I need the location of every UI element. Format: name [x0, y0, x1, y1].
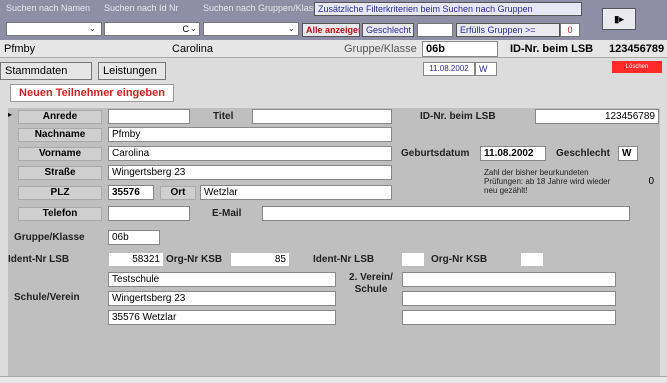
- nachname-field[interactable]: Pfmby: [108, 127, 392, 142]
- header-first-name: Carolina: [172, 43, 213, 55]
- org-ksb2-field[interactable]: [520, 252, 544, 267]
- org-ksb2-label: Org-Nr KSB: [431, 254, 488, 265]
- search-toolbar: Suchen nach Namen Suchen nach Id Nr Such…: [0, 0, 667, 40]
- strasse-label: Straße: [18, 166, 102, 180]
- gruppe-field[interactable]: 06b: [108, 230, 160, 245]
- horizontal-scrollbar[interactable]: [0, 376, 667, 383]
- header-id-value: 123456789: [609, 43, 665, 55]
- telefon-label: Telefon: [18, 207, 102, 221]
- verein2-label: 2. Verein/ Schule: [349, 272, 393, 295]
- schule-line3-field[interactable]: 35576 Wetzlar: [108, 310, 336, 325]
- id-lsb-field[interactable]: 123456789: [535, 109, 659, 124]
- plz-label: PLZ: [18, 186, 102, 200]
- gender-filter-label: Geschlecht: [362, 23, 414, 37]
- header-gender: W: [475, 62, 497, 76]
- ort-label: Ort: [160, 186, 196, 200]
- org-ksb-field[interactable]: 85: [230, 252, 290, 267]
- titel-field[interactable]: [252, 109, 392, 124]
- schule-line1-field[interactable]: Testschule: [108, 272, 336, 287]
- titel-label: Titel: [213, 111, 234, 122]
- nachname-label: Nachname: [18, 128, 102, 142]
- ident-lsb2-label: Ident-Nr LSB: [313, 254, 375, 265]
- header-birthdate: 11.08.2002: [423, 62, 475, 76]
- telefon-field[interactable]: [108, 206, 190, 221]
- chevron-down-icon[interactable]: ⌄: [190, 24, 197, 33]
- strasse-field[interactable]: Wingertsberg 23: [108, 165, 392, 180]
- geburtsdatum-label: Geburtsdatum: [401, 148, 470, 159]
- fulfilled-groups-label: Erfülls Gruppen >=: [456, 23, 560, 37]
- schule-line2-field[interactable]: Wingertsberg 23: [108, 291, 336, 306]
- pruefungen-note: Zahl der bisher beurkundeten Prüfungen: …: [484, 168, 611, 195]
- fulfilled-groups-input[interactable]: 0: [560, 23, 580, 37]
- tab-stammdaten[interactable]: Stammdaten: [0, 62, 92, 80]
- header-last-name: Pfmby: [4, 43, 36, 55]
- header-group-label: Gruppe/Klasse: [344, 43, 417, 55]
- geschlecht-field[interactable]: W: [618, 146, 638, 161]
- record-selector-icon[interactable]: ▸: [8, 110, 12, 119]
- search-group-label: Suchen nach Gruppen/Klassen: [203, 3, 328, 13]
- ident-lsb-label: Ident-Nr LSB: [8, 254, 70, 265]
- ident-lsb-field[interactable]: 58321: [108, 252, 164, 267]
- email-field[interactable]: [262, 206, 630, 221]
- anrede-label: Anrede: [18, 110, 102, 124]
- ort-field[interactable]: Wetzlar: [200, 185, 392, 200]
- verein2-line2-field[interactable]: [402, 291, 616, 306]
- search-name-label: Suchen nach Namen: [6, 3, 91, 13]
- new-participant-button[interactable]: Neuen Teilnehmer eingeben: [10, 84, 174, 102]
- plz-field[interactable]: 35576: [108, 185, 154, 200]
- id-lsb-label: ID-Nr. beim LSB: [420, 111, 496, 122]
- verein2-line1-field[interactable]: [402, 272, 616, 287]
- extra-filter-label: Zusätzliche Filterkriterien beim Suchen …: [314, 2, 582, 16]
- email-label: E-Mail: [212, 208, 242, 219]
- gender-filter-input[interactable]: [417, 23, 453, 37]
- ident-lsb2-field[interactable]: [401, 252, 425, 267]
- pruefungen-count[interactable]: 0: [630, 174, 658, 189]
- anrede-field[interactable]: [108, 109, 190, 124]
- search-nr-input[interactable]: C: [104, 22, 200, 36]
- stammdaten-form: ▸ Anrede Titel ID-Nr. beim LSB 123456789…: [8, 108, 660, 376]
- search-nr-label: Suchen nach Id Nr: [104, 3, 179, 13]
- schule-label: Schule/Verein: [14, 292, 80, 303]
- exit-icon: ▮▸: [614, 14, 624, 24]
- verein2-line3-field[interactable]: [402, 310, 616, 325]
- org-ksb-label: Org-Nr KSB: [166, 254, 223, 265]
- header-id-label: ID-Nr. beim LSB: [510, 43, 594, 55]
- search-name-input[interactable]: [6, 22, 102, 36]
- header-group-value: 06b: [422, 41, 498, 57]
- close-icon-button[interactable]: ▮▸: [602, 8, 636, 30]
- show-all-button[interactable]: Alle anzeigen: [302, 23, 360, 37]
- geburtsdatum-field[interactable]: 11.08.2002: [480, 146, 546, 161]
- delete-record-button[interactable]: Löschen: [612, 61, 662, 73]
- gruppe-label: Gruppe/Klasse: [14, 232, 85, 243]
- record-header: Pfmby Carolina Gruppe/Klasse 06b ID-Nr. …: [0, 40, 667, 58]
- chevron-down-icon[interactable]: ⌄: [89, 24, 96, 33]
- search-group-input[interactable]: [203, 22, 299, 36]
- vorname-field[interactable]: Carolina: [108, 146, 392, 161]
- tab-leistungen[interactable]: Leistungen: [98, 62, 166, 80]
- vorname-label: Vorname: [18, 147, 102, 161]
- geschlecht-label: Geschlecht: [556, 148, 610, 159]
- chevron-down-icon[interactable]: ⌄: [288, 24, 295, 33]
